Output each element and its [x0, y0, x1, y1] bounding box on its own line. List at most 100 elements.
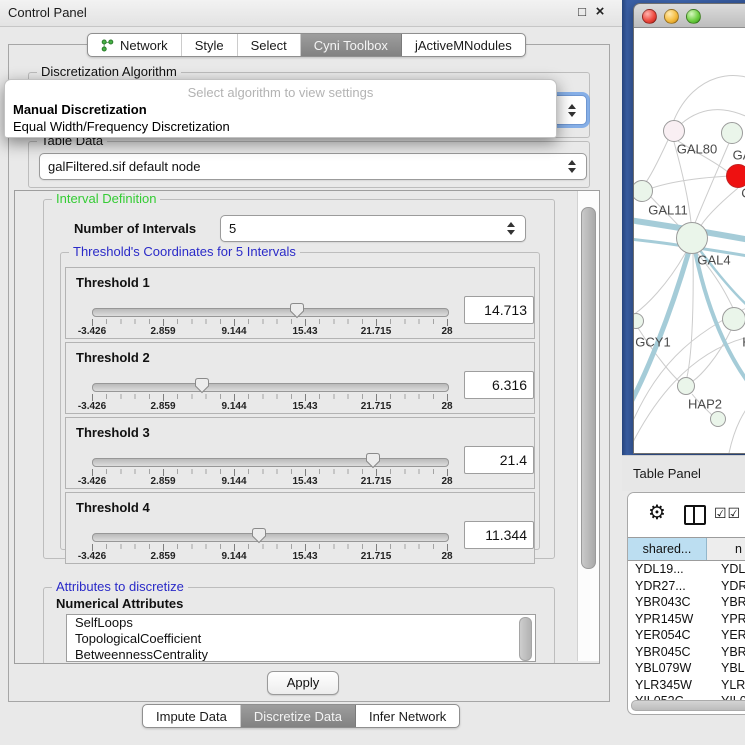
network-node[interactable]	[722, 307, 745, 331]
number-of-intervals-combobox[interactable]: 5	[220, 215, 526, 242]
scrollpane-scrollbar-thumb[interactable]	[581, 207, 596, 569]
cell-name: YDR27	[713, 578, 745, 595]
network-node[interactable]	[710, 411, 726, 427]
number-of-intervals-value: 5	[229, 221, 505, 236]
network-node[interactable]	[721, 122, 743, 144]
numerical-attributes-list[interactable]: SelfLoopsTopologicalCoefficientBetweenne…	[66, 614, 536, 662]
cell-name: YBL07	[713, 660, 745, 677]
threshold-slider[interactable]: -3.426 2.859 9.144 15.43 21.715 28	[92, 379, 448, 411]
table-row[interactable]: YBR043C YBR04	[628, 594, 745, 611]
slider-thumb[interactable]	[251, 527, 267, 544]
network-node[interactable]	[726, 164, 745, 188]
table-row[interactable]: YBR045C YBR04	[628, 644, 745, 661]
column-header-name[interactable]: n	[707, 538, 745, 560]
slider-tick-labels: -3.426 2.859 9.144 15.43 21.715 28	[92, 551, 447, 563]
table-data-group: Table Data galFiltered.sif default node	[28, 141, 590, 188]
attribute-list-item[interactable]: BetweennessCentrality	[67, 647, 535, 662]
threshold-label: Threshold 1	[76, 275, 150, 290]
network-window-titlebar[interactable]	[634, 4, 745, 28]
interval-definition-group: Interval Definition Number of Intervals …	[43, 199, 555, 559]
close-traffic-light-icon[interactable]	[642, 9, 657, 24]
threshold-slider[interactable]: -3.426 2.859 9.144 15.43 21.715 28	[92, 529, 448, 561]
column-header-shared-name[interactable]: shared...	[628, 538, 707, 560]
tab-cyni-toolbox[interactable]: Cyni Toolbox	[301, 34, 402, 56]
tab-style[interactable]: Style	[182, 34, 238, 56]
cell-name: YDL19	[713, 561, 745, 578]
network-view-window: GAL80GACGAL11GAL4GCY1HHAP2	[633, 3, 745, 454]
tab-network[interactable]: Network	[88, 34, 182, 56]
scrollpane-vertical-track[interactable]	[577, 191, 599, 661]
tab-jactivemnodules[interactable]: jActiveMNodules	[402, 34, 525, 56]
interval-definition-title: Interval Definition	[52, 191, 160, 206]
thresholds-coordinates-group: Threshold's Coordinates for 5 Intervals …	[60, 252, 540, 550]
cell-name: YBR04	[713, 644, 745, 661]
list-scrollbar-thumb[interactable]	[519, 617, 532, 661]
table-row[interactable]: YER054C YER05	[628, 627, 745, 644]
bottom-tab-bar: Impute Data Discretize Data Infer Networ…	[142, 704, 460, 728]
network-node[interactable]	[663, 120, 685, 142]
slider-track[interactable]	[92, 308, 449, 317]
slider-thumb[interactable]	[194, 377, 210, 394]
threshold-value-field[interactable]	[464, 371, 534, 399]
network-node[interactable]	[634, 180, 653, 202]
control-panel-titlebar: Control Panel □ ×	[0, 0, 622, 27]
threshold-slider[interactable]: -3.426 2.859 9.144 15.43 21.715 28	[92, 304, 448, 336]
table-row[interactable]: YDL19... YDL19	[628, 561, 745, 578]
network-node-label: GAL80	[677, 142, 717, 157]
combo-stepper-icon	[505, 222, 517, 235]
apply-button[interactable]: Apply	[267, 671, 339, 695]
select-columns-icon[interactable]: ☑☑	[714, 505, 741, 522]
cell-shared-name: YBR043C	[628, 594, 713, 611]
algorithm-option-manual[interactable]: Manual Discretization	[13, 102, 147, 117]
tab-select[interactable]: Select	[238, 34, 301, 56]
threshold-slider[interactable]: -3.426 2.859 9.144 15.43 21.715 28	[92, 454, 448, 486]
app-root: Control Panel □ × Network Style Select C…	[0, 0, 745, 745]
table-row[interactable]: YBL079W YBL07	[628, 660, 745, 677]
slider-track[interactable]	[92, 458, 449, 467]
slider-track[interactable]	[92, 533, 449, 542]
threshold-value-field[interactable]	[464, 446, 534, 474]
attributes-group-title: Attributes to discretize	[52, 579, 188, 594]
tab-impute-data[interactable]: Impute Data	[143, 705, 241, 727]
tab-discretize-data[interactable]: Discretize Data	[241, 705, 356, 727]
table-row[interactable]: YDR27... YDR27	[628, 578, 745, 595]
table-row[interactable]: YPR145W YPR14	[628, 611, 745, 628]
algorithm-dropdown-popup: Select algorithm to view settings Manual…	[4, 79, 557, 138]
network-nodes: GAL80GACGAL11GAL4GCY1HHAP2	[634, 28, 745, 453]
slider-track[interactable]	[92, 383, 449, 392]
node-table: ⚙ ☑☑ shared... n YDL19... YDL19 YDR27...…	[627, 492, 745, 715]
cell-shared-name: YER054C	[628, 627, 713, 644]
table-data-combobox[interactable]: galFiltered.sif default node	[39, 153, 587, 180]
network-node-label: C	[741, 186, 745, 201]
threshold-label: Threshold 2	[76, 350, 150, 365]
network-node[interactable]	[676, 222, 708, 254]
network-node-label: GCY1	[635, 335, 670, 350]
table-body: YDL19... YDL19 YDR27... YDR27 YBR043C YB…	[628, 561, 745, 704]
cell-shared-name: YDL19...	[628, 561, 713, 578]
attribute-list-item[interactable]: TopologicalCoefficient	[67, 631, 535, 647]
slider-thumb[interactable]	[289, 302, 305, 319]
settings-scrollpane: Interval Definition Number of Intervals …	[14, 190, 600, 664]
split-view-icon[interactable]	[684, 505, 706, 525]
close-panel-icon[interactable]: ×	[592, 4, 608, 20]
float-window-icon[interactable]: □	[574, 4, 590, 20]
threshold-label: Threshold 4	[76, 500, 150, 515]
slider-ticks	[92, 319, 447, 324]
zoom-traffic-light-icon[interactable]	[686, 9, 701, 24]
table-horizontal-scrollbar-thumb[interactable]	[631, 700, 745, 711]
cell-name: YLR34	[713, 677, 745, 694]
network-node[interactable]	[634, 313, 644, 329]
attribute-list-item[interactable]: SelfLoops	[67, 615, 535, 631]
slider-tick-labels: -3.426 2.859 9.144 15.43 21.715 28	[92, 401, 447, 413]
threshold-value-field[interactable]	[464, 521, 534, 549]
gear-icon[interactable]: ⚙	[648, 500, 666, 526]
algorithm-option-equal-width[interactable]: Equal Width/Frequency Discretization	[13, 119, 230, 134]
table-row[interactable]: YLR345W YLR34	[628, 677, 745, 694]
threshold-value-field[interactable]	[464, 296, 534, 324]
network-node[interactable]	[677, 377, 695, 395]
network-canvas[interactable]: GAL80GACGAL11GAL4GCY1HHAP2	[634, 28, 745, 453]
network-node-label: GAL11	[648, 203, 688, 218]
minimize-traffic-light-icon[interactable]	[664, 9, 679, 24]
slider-thumb[interactable]	[365, 452, 381, 469]
tab-infer-network[interactable]: Infer Network	[356, 705, 459, 727]
